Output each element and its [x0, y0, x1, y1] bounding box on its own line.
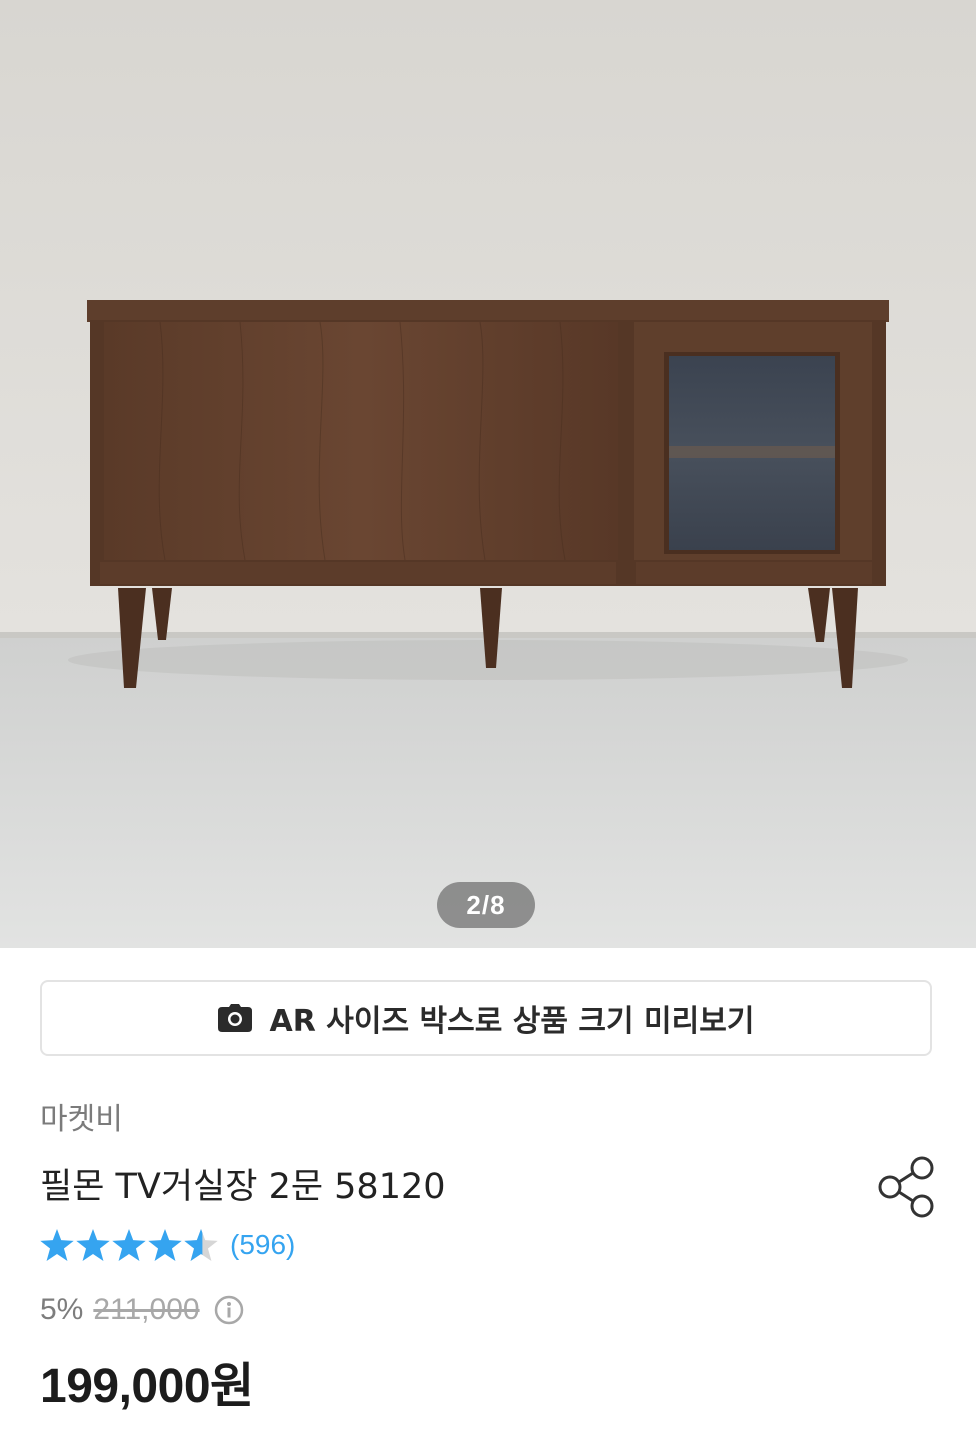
ar-button-label: AR 사이즈 박스로 상품 크기 미리보기 — [269, 1004, 755, 1039]
review-count[interactable]: (596) — [230, 1229, 295, 1261]
rating[interactable]: (596) — [40, 1226, 295, 1264]
camera-icon — [217, 1004, 252, 1032]
star-full-icon — [76, 1229, 110, 1261]
discount-rate: 5% — [40, 1293, 84, 1326]
tv-cabinet-photo — [0, 0, 976, 948]
product-title: 필몬 TV거실장 2문 58120 — [40, 1167, 446, 1207]
info-icon[interactable] — [214, 1295, 244, 1325]
star-full-icon — [148, 1229, 182, 1261]
rating-stars — [40, 1229, 218, 1261]
star-half-icon — [184, 1229, 218, 1261]
star-full-icon — [40, 1229, 74, 1261]
image-counter: 2/8 — [437, 882, 535, 928]
ar-size-preview-button[interactable]: AR 사이즈 박스로 상품 크기 미리보기 — [40, 980, 932, 1056]
product-image[interactable]: 2/8 — [0, 0, 976, 948]
sale-price: 199,000원 — [40, 1360, 254, 1413]
star-full-icon — [112, 1229, 146, 1261]
share-icon[interactable] — [876, 1156, 936, 1218]
brand-name[interactable]: 마켓비 — [40, 1094, 123, 1138]
discount-row: 5% 211,000 — [40, 1290, 244, 1330]
original-price: 211,000 — [93, 1293, 200, 1326]
